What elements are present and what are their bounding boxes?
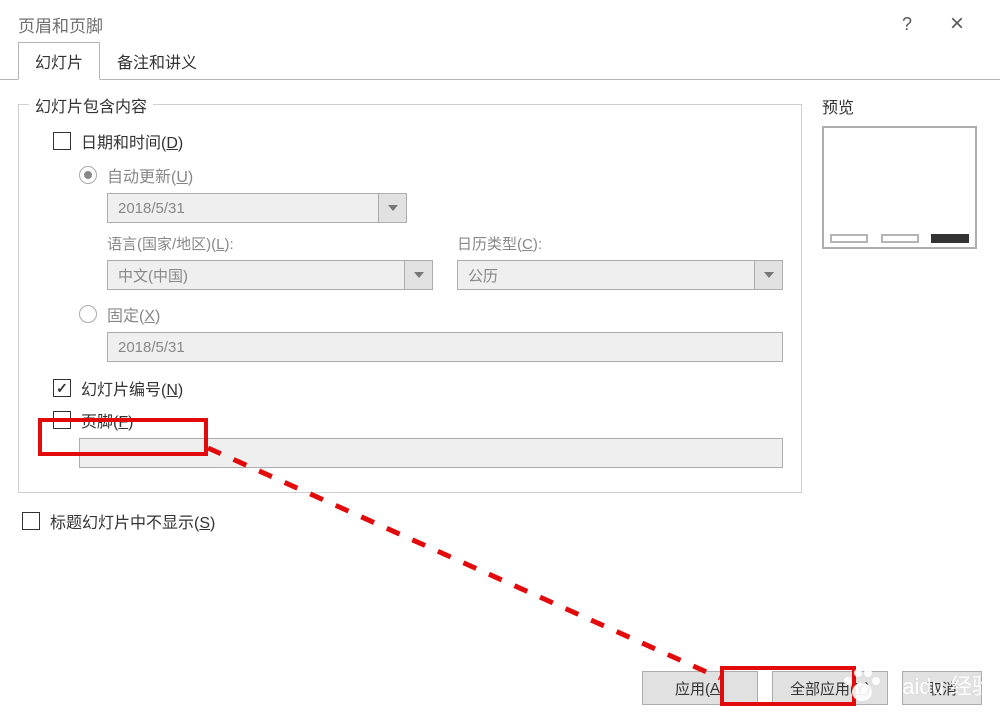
chevron-down-icon — [378, 194, 406, 222]
paw-icon — [842, 667, 882, 703]
label-language: 语言(国家/地区)(L): — [107, 233, 433, 254]
chevron-down-icon — [754, 261, 782, 289]
chevron-down-icon — [404, 261, 432, 289]
checkbox-slide-number[interactable] — [53, 379, 71, 397]
label-fixed: 固定(X) — [107, 302, 160, 326]
window-title: 页眉和页脚 — [18, 12, 103, 37]
close-button[interactable]: × — [932, 0, 982, 48]
checkbox-footer[interactable] — [53, 411, 71, 429]
label-slide-number: 幻灯片编号(N) — [81, 376, 183, 400]
dialog-window: 页眉和页脚 ? × 幻灯片 备注和讲义 幻灯片包含内容 日期和时间(D) — [0, 0, 1000, 725]
input-footer-text[interactable] — [79, 438, 783, 468]
tab-notes-handouts[interactable]: 备注和讲义 — [100, 42, 214, 80]
label-dont-show-title: 标题幻灯片中不显示(S) — [50, 509, 215, 533]
label-calendar-type: 日历类型(C): — [457, 233, 783, 254]
watermark: Baidu 经验 — [842, 667, 994, 703]
label-datetime: 日期和时间(D) — [81, 129, 183, 153]
dropdown-date-format[interactable]: 2018/5/31 — [107, 193, 407, 223]
input-fixed-date[interactable]: 2018/5/31 — [107, 332, 783, 362]
tab-slide[interactable]: 幻灯片 — [18, 42, 100, 80]
radio-fixed[interactable] — [79, 305, 97, 323]
help-button[interactable]: ? — [882, 0, 932, 48]
slide-content-fieldset: 幻灯片包含内容 日期和时间(D) 自动更新(U) — [18, 104, 802, 493]
label-auto-update: 自动更新(U) — [107, 163, 193, 187]
apply-button[interactable]: 应用(A) — [642, 671, 758, 705]
checkbox-dont-show-title[interactable] — [22, 512, 40, 530]
titlebar: 页眉和页脚 ? × — [0, 0, 1000, 48]
label-footer: 页脚(F) — [81, 408, 133, 432]
preview-placeholder-slidenumber — [931, 234, 969, 243]
tab-strip: 幻灯片 备注和讲义 — [0, 48, 1000, 80]
preview-placeholder-date — [830, 234, 868, 243]
checkbox-datetime[interactable] — [53, 132, 71, 150]
preview-placeholder-footer — [881, 234, 919, 243]
preview-thumbnail — [822, 126, 977, 249]
label-preview: 预览 — [822, 94, 982, 118]
dropdown-language[interactable]: 中文(中国) — [107, 260, 433, 290]
dropdown-calendar-type[interactable]: 公历 — [457, 260, 783, 290]
radio-auto-update[interactable] — [79, 166, 97, 184]
fieldset-legend: 幻灯片包含内容 — [29, 93, 153, 117]
